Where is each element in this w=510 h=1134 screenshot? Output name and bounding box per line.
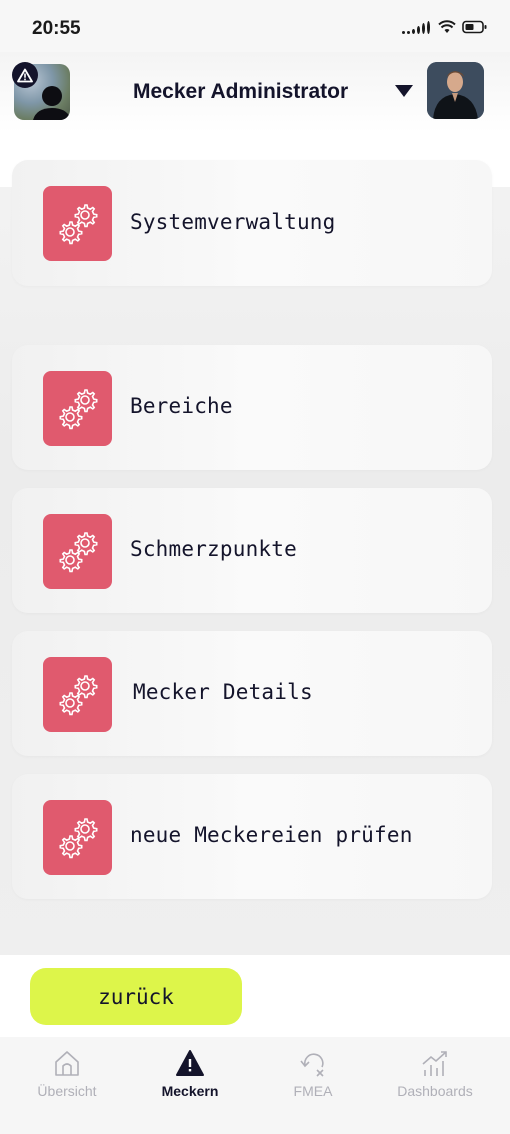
menu-item-label: Bereiche (130, 394, 233, 418)
menu-item-label: neue Meckereien prüfen (130, 823, 413, 847)
app-screen: 20:55 Mecker Administrator Systemverwalt… (0, 0, 510, 1134)
chart-icon (422, 1051, 447, 1076)
settings-gears-icon (43, 657, 112, 732)
user-avatar[interactable] (427, 62, 484, 119)
settings-gears-icon (43, 514, 112, 589)
menu-item-neue-meckereien[interactable]: neue Meckereien prüfen (12, 774, 492, 899)
home-icon (55, 1051, 79, 1076)
tab-label: Übersicht (37, 1083, 97, 1099)
tab-dashboards[interactable]: Dashboards (380, 1049, 490, 1099)
status-bar: 20:55 (0, 0, 510, 52)
status-icons (402, 20, 488, 34)
menu-item-mecker-details[interactable]: Mecker Details (12, 631, 492, 756)
battery-icon (462, 20, 487, 34)
tab-uebersicht[interactable]: Übersicht (12, 1049, 122, 1099)
signal-icon (402, 20, 430, 34)
wifi-icon (438, 20, 456, 33)
tab-label: Dashboards (397, 1083, 473, 1099)
menu-item-bereiche[interactable]: Bereiche (12, 345, 492, 470)
menu-item-label: Systemverwaltung (130, 210, 336, 234)
menu-item-schmerzpunkte[interactable]: Schmerzpunkte (12, 488, 492, 613)
undo-x-icon (300, 1053, 324, 1077)
back-button-area: zurück (0, 955, 510, 1037)
person-icon (33, 86, 70, 120)
tab-fmea[interactable]: FMEA (258, 1049, 368, 1099)
menu-item-label: Schmerzpunkte (130, 537, 297, 561)
tab-label: FMEA (293, 1083, 333, 1099)
menu-item-systemverwaltung[interactable]: Systemverwaltung (12, 160, 492, 286)
alert-badge-icon (12, 62, 38, 88)
status-time: 20:55 (32, 18, 81, 39)
back-button[interactable]: zurück (30, 968, 242, 1025)
settings-gears-icon (43, 371, 112, 446)
tab-meckern[interactable]: Meckern (135, 1049, 245, 1099)
tab-label: Meckern (161, 1083, 219, 1099)
caret-down-icon[interactable] (395, 85, 413, 97)
settings-gears-icon (43, 186, 112, 261)
settings-gears-icon (43, 800, 112, 875)
menu-item-label: Mecker Details (133, 680, 313, 704)
warning-icon (176, 1050, 204, 1076)
tab-bar: Übersicht Meckern FMEA Dashboards (0, 1037, 510, 1134)
user-name[interactable]: Mecker Administrator (133, 80, 348, 104)
